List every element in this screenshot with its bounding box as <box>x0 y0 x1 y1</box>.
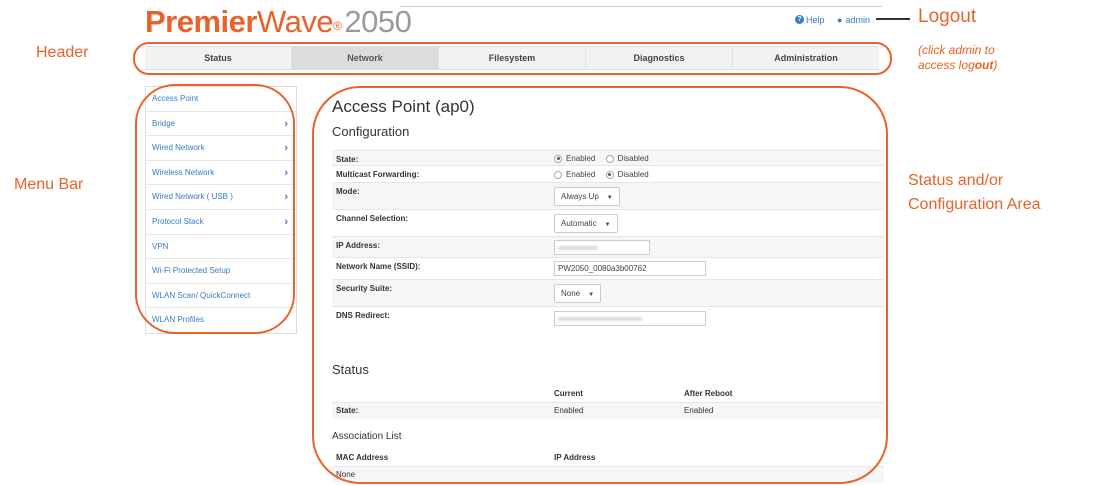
user-icon[interactable]: ● <box>837 15 842 25</box>
annotation-status-area: Status and/or Configuration Area <box>908 172 1041 213</box>
logout-pointer-line <box>876 18 910 20</box>
annotation-header: Header <box>36 44 89 61</box>
top-links: ? Help ● admin <box>795 14 870 25</box>
product-logo: PremierWave®2050 <box>145 4 412 39</box>
annotation-menu-bar: Menu Bar <box>14 176 84 193</box>
annotation-logout: Logout <box>918 6 977 27</box>
menu-bar-highlight <box>135 84 295 334</box>
annotation-logout-note: (click admin to access logout) <box>918 43 998 72</box>
config-area-highlight <box>312 86 888 484</box>
header-divider <box>400 6 882 7</box>
help-icon[interactable]: ? <box>795 15 804 25</box>
help-link[interactable]: Help <box>806 15 825 25</box>
header-highlight <box>133 42 892 75</box>
admin-link[interactable]: admin <box>845 15 870 25</box>
